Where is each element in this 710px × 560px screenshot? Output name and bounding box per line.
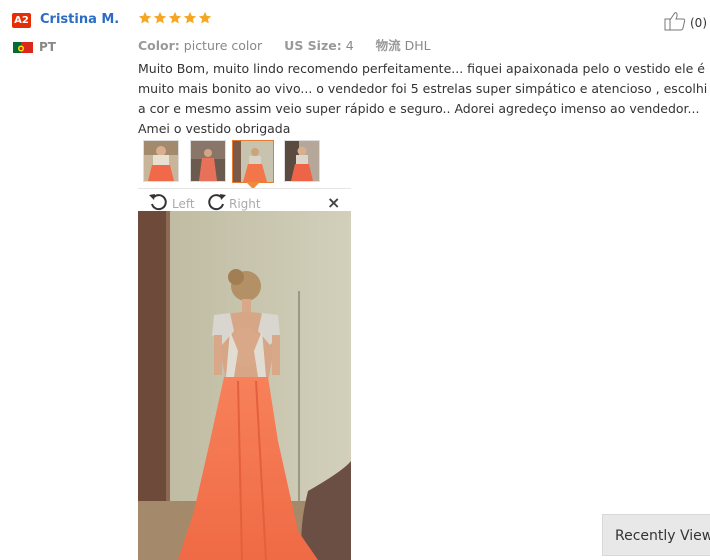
close-viewer-button[interactable]: ×	[327, 193, 340, 212]
helpful-count: (0)	[690, 15, 707, 30]
rating-stars	[138, 11, 212, 25]
review-photo-thumbnail[interactable]	[284, 140, 320, 182]
review-photo-thumbnail[interactable]	[190, 140, 226, 182]
thumbs-up-icon[interactable]	[664, 11, 686, 34]
star-icon	[153, 11, 167, 24]
recently-viewed-tab[interactable]: Recently Viewed	[602, 514, 710, 556]
shipping-label: 物流	[375, 38, 401, 53]
star-icon	[138, 11, 152, 24]
order-attributes: Color: picture color US Size: 4 物流 DHL	[138, 35, 431, 54]
star-icon	[198, 11, 212, 24]
rotate-left-label[interactable]: Left	[172, 197, 195, 211]
review-photo-thumbnail-selected[interactable]	[232, 140, 274, 183]
review-photo-large	[138, 211, 351, 560]
reviewer-name[interactable]: Cristina M.	[40, 12, 119, 27]
size-label: US Size:	[284, 38, 342, 53]
portugal-flag-icon	[13, 40, 33, 53]
reviewer-level-badge: A2	[12, 13, 31, 28]
review-text: Muito Bom, muito lindo recomendo perfeit…	[138, 61, 708, 136]
reviewer-country: PT	[39, 40, 56, 54]
star-icon	[168, 11, 182, 24]
rotate-right-label[interactable]: Right	[229, 197, 261, 211]
star-icon	[183, 11, 197, 24]
helpful-button[interactable]: (0)	[664, 11, 707, 34]
color-value: picture color	[183, 38, 263, 53]
shipping-value: DHL	[404, 38, 431, 53]
review-photo-thumbnail[interactable]	[143, 140, 179, 182]
color-label: Color:	[138, 38, 180, 53]
size-value: 4	[345, 38, 354, 53]
